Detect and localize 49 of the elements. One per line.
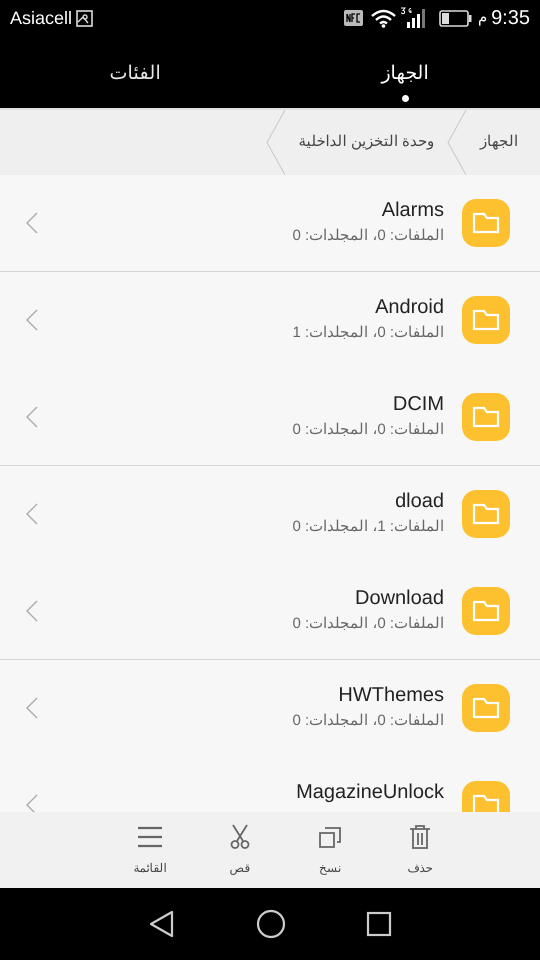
breadcrumb-separator-icon	[446, 110, 468, 175]
folder-name: Alarms	[382, 198, 444, 223]
battery-icon	[439, 10, 472, 26]
folder-icon	[462, 296, 510, 344]
folder-details: الملفات: 1، المجلدات: 0	[292, 517, 444, 537]
image-icon	[76, 10, 94, 26]
folder-details: الملفات: 0، المجلدات: 0	[292, 226, 444, 246]
am-pm-label: م	[478, 8, 488, 28]
signal-icon	[400, 6, 426, 30]
folder-details: الملفات: 0، المجلدات: 0	[292, 711, 444, 731]
folder-details: الملفات: 0، المجلدات: 1	[292, 323, 444, 343]
recents-icon[interactable]	[366, 911, 392, 937]
folder-name: Download	[355, 586, 444, 611]
clock: 9:35	[491, 6, 530, 31]
chevron-icon	[26, 406, 38, 428]
folder-icon	[462, 490, 510, 538]
breadcrumb-item[interactable]: وحدة التخزين الداخلية	[286, 110, 446, 175]
folder-details: الملفات: 0، المجلدات: 0	[292, 420, 444, 440]
folder-icon	[462, 684, 510, 732]
delete-icon	[407, 824, 433, 851]
carrier-name: Asiacell	[10, 6, 72, 30]
tab[interactable]: الفئات	[0, 36, 270, 108]
back-icon[interactable]	[148, 910, 176, 938]
folder-name: MagazineUnlock	[296, 780, 444, 805]
folder-name: DCIM	[392, 392, 444, 417]
chevron-icon	[26, 600, 38, 622]
chevron-icon	[26, 212, 38, 234]
toolbar-button[interactable]: حذف	[375, 812, 465, 888]
home-icon[interactable]	[256, 909, 286, 939]
folder-name: HWThemes	[338, 683, 444, 708]
wifi-icon	[370, 8, 398, 28]
toolbar-button[interactable]: قص	[195, 812, 285, 888]
folder-icon	[462, 587, 510, 635]
toolbar-button[interactable]: نسخ	[285, 812, 375, 888]
breadcrumb-separator-icon	[264, 110, 287, 175]
chevron-icon	[26, 794, 38, 812]
copy-icon	[317, 824, 343, 851]
folder-name: dload	[395, 489, 444, 514]
chevron-icon	[26, 503, 38, 525]
folder-details: الملفات: 0، المجلدات: 0	[292, 614, 444, 634]
nfc-icon	[344, 10, 364, 26]
chevron-icon	[26, 309, 38, 331]
toolbar-button[interactable]: القائمة	[105, 812, 195, 888]
breadcrumb-item[interactable]: الجهاز	[468, 110, 530, 175]
tab[interactable]: الجهاز	[270, 36, 540, 108]
folder-name: Android	[375, 295, 444, 320]
folder-icon	[462, 199, 510, 247]
chevron-icon	[26, 697, 38, 719]
folder-icon	[462, 393, 510, 441]
